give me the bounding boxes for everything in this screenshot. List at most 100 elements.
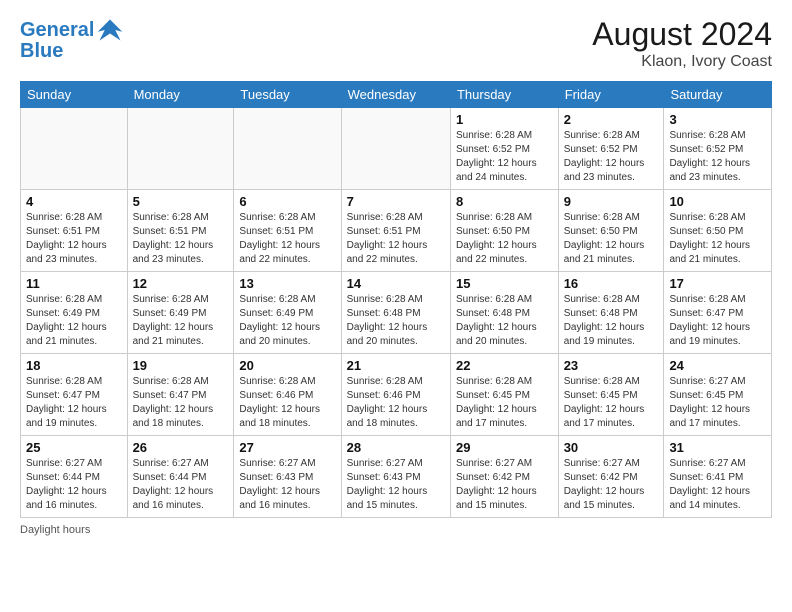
header: General Blue August 2024 Klaon, Ivory Co… (20, 16, 772, 71)
day-number: 29 (456, 440, 553, 455)
calendar-cell: 6 Sunrise: 6:28 AM Sunset: 6:51 PM Daylig… (234, 190, 341, 272)
day-number: 11 (26, 276, 122, 291)
day-info: Sunrise: 6:28 AM Sunset: 6:50 PM Dayligh… (669, 211, 766, 267)
day-number: 23 (564, 358, 659, 373)
day-number: 28 (347, 440, 445, 455)
day-info: Sunrise: 6:28 AM Sunset: 6:51 PM Dayligh… (26, 211, 122, 267)
day-info: Sunrise: 6:28 AM Sunset: 6:51 PM Dayligh… (239, 211, 335, 267)
week-row-5: 25Sunrise: 6:27 AM Sunset: 6:44 PM Dayli… (21, 436, 772, 518)
day-info: Sunrise: 6:27 AM Sunset: 6:45 PM Dayligh… (669, 375, 766, 431)
calendar-cell: 27 Sunrise: 6:27 AM Sunset: 6:43 PM Dayli… (234, 436, 341, 518)
day-info: Sunrise: 6:28 AM Sunset: 6:48 PM Dayligh… (347, 293, 445, 349)
logo-general: General (20, 19, 94, 41)
day-info: Sunrise: 6:27 AM Sunset: 6:42 PM Dayligh… (564, 457, 659, 513)
calendar-cell: 19 Sunrise: 6:28 AM Sunset: 6:47 PM Dayli… (127, 354, 234, 436)
calendar-cell: 8Sunrise: 6:28 AM Sunset: 6:50 PM Daylig… (450, 190, 558, 272)
calendar-cell: 23 Sunrise: 6:28 AM Sunset: 6:45 PM Dayli… (558, 354, 664, 436)
day-info: Sunrise: 6:28 AM Sunset: 6:51 PM Dayligh… (133, 211, 229, 267)
calendar-cell: 20 Sunrise: 6:28 AM Sunset: 6:46 PM Dayli… (234, 354, 341, 436)
calendar-cell: 26Sunrise: 6:27 AM Sunset: 6:44 PM Dayli… (127, 436, 234, 518)
day-number: 16 (564, 276, 659, 291)
calendar-cell: 9 Sunrise: 6:28 AM Sunset: 6:50 PM Daylig… (558, 190, 664, 272)
page: General Blue August 2024 Klaon, Ivory Co… (0, 0, 792, 612)
day-number: 13 (239, 276, 335, 291)
day-number: 21 (347, 358, 445, 373)
day-info: Sunrise: 6:27 AM Sunset: 6:43 PM Dayligh… (239, 457, 335, 513)
calendar-cell: 24 Sunrise: 6:27 AM Sunset: 6:45 PM Dayli… (664, 354, 772, 436)
day-number: 10 (669, 194, 766, 209)
day-number: 18 (26, 358, 122, 373)
week-row-1: 1 Sunrise: 6:28 AM Sunset: 6:52 PM Daylig… (21, 108, 772, 190)
calendar-cell: 14 Sunrise: 6:28 AM Sunset: 6:48 PM Dayli… (341, 272, 450, 354)
footer: Daylight hours (20, 524, 772, 536)
day-info: Sunrise: 6:28 AM Sunset: 6:50 PM Dayligh… (564, 211, 659, 267)
weekday-friday: Friday (558, 82, 664, 108)
day-number: 19 (133, 358, 229, 373)
calendar-cell (127, 108, 234, 190)
calendar-cell: 31 Sunrise: 6:27 AM Sunset: 6:41 PM Dayli… (664, 436, 772, 518)
day-info: Sunrise: 6:28 AM Sunset: 6:45 PM Dayligh… (564, 375, 659, 431)
day-info: Sunrise: 6:28 AM Sunset: 6:51 PM Dayligh… (347, 211, 445, 267)
week-row-2: 4 Sunrise: 6:28 AM Sunset: 6:51 PM Daylig… (21, 190, 772, 272)
calendar-cell: 17 Sunrise: 6:28 AM Sunset: 6:47 PM Dayli… (664, 272, 772, 354)
weekday-sunday: Sunday (21, 82, 128, 108)
calendar-cell: 4 Sunrise: 6:28 AM Sunset: 6:51 PM Daylig… (21, 190, 128, 272)
day-info: Sunrise: 6:28 AM Sunset: 6:52 PM Dayligh… (669, 129, 766, 185)
day-info: Sunrise: 6:28 AM Sunset: 6:46 PM Dayligh… (239, 375, 335, 431)
day-info: Sunrise: 6:27 AM Sunset: 6:44 PM Dayligh… (26, 457, 122, 513)
calendar-cell: 29 Sunrise: 6:27 AM Sunset: 6:42 PM Dayli… (450, 436, 558, 518)
day-info: Sunrise: 6:27 AM Sunset: 6:42 PM Dayligh… (456, 457, 553, 513)
day-info: Sunrise: 6:28 AM Sunset: 6:49 PM Dayligh… (133, 293, 229, 349)
day-info: Sunrise: 6:27 AM Sunset: 6:44 PM Dayligh… (133, 457, 229, 513)
day-number: 30 (564, 440, 659, 455)
title-block: August 2024 Klaon, Ivory Coast (592, 16, 772, 71)
location: Klaon, Ivory Coast (592, 53, 772, 71)
day-number: 20 (239, 358, 335, 373)
day-number: 22 (456, 358, 553, 373)
calendar-cell: 28 Sunrise: 6:27 AM Sunset: 6:43 PM Dayli… (341, 436, 450, 518)
week-row-4: 18 Sunrise: 6:28 AM Sunset: 6:47 PM Dayli… (21, 354, 772, 436)
day-info: Sunrise: 6:27 AM Sunset: 6:43 PM Dayligh… (347, 457, 445, 513)
day-info: Sunrise: 6:27 AM Sunset: 6:41 PM Dayligh… (669, 457, 766, 513)
day-number: 12 (133, 276, 229, 291)
day-number: 1 (456, 112, 553, 127)
calendar-cell: 16 Sunrise: 6:28 AM Sunset: 6:48 PM Dayli… (558, 272, 664, 354)
calendar-cell: 21Sunrise: 6:28 AM Sunset: 6:46 PM Dayli… (341, 354, 450, 436)
day-info: Sunrise: 6:28 AM Sunset: 6:47 PM Dayligh… (26, 375, 122, 431)
calendar-cell: 5Sunrise: 6:28 AM Sunset: 6:51 PM Daylig… (127, 190, 234, 272)
day-number: 15 (456, 276, 553, 291)
daylight-label: Daylight hours (20, 524, 90, 536)
calendar-table: SundayMondayTuesdayWednesdayThursdayFrid… (20, 81, 772, 518)
day-number: 4 (26, 194, 122, 209)
calendar-cell: 22 Sunrise: 6:28 AM Sunset: 6:45 PM Dayli… (450, 354, 558, 436)
day-number: 27 (239, 440, 335, 455)
day-number: 14 (347, 276, 445, 291)
day-number: 8 (456, 194, 553, 209)
day-info: Sunrise: 6:28 AM Sunset: 6:49 PM Dayligh… (26, 293, 122, 349)
day-number: 9 (564, 194, 659, 209)
calendar-cell: 11 Sunrise: 6:28 AM Sunset: 6:49 PM Dayli… (21, 272, 128, 354)
day-info: Sunrise: 6:28 AM Sunset: 6:48 PM Dayligh… (564, 293, 659, 349)
day-number: 17 (669, 276, 766, 291)
day-info: Sunrise: 6:28 AM Sunset: 6:47 PM Dayligh… (669, 293, 766, 349)
day-number: 3 (669, 112, 766, 127)
day-info: Sunrise: 6:28 AM Sunset: 6:47 PM Dayligh… (133, 375, 229, 431)
calendar-cell (21, 108, 128, 190)
day-number: 31 (669, 440, 766, 455)
day-info: Sunrise: 6:28 AM Sunset: 6:45 PM Dayligh… (456, 375, 553, 431)
day-info: Sunrise: 6:28 AM Sunset: 6:52 PM Dayligh… (564, 129, 659, 185)
weekday-saturday: Saturday (664, 82, 772, 108)
weekday-wednesday: Wednesday (341, 82, 450, 108)
logo: General Blue (20, 16, 124, 63)
logo-bird-icon (96, 16, 124, 44)
calendar-cell: 30 Sunrise: 6:27 AM Sunset: 6:42 PM Dayli… (558, 436, 664, 518)
calendar-cell: 7Sunrise: 6:28 AM Sunset: 6:51 PM Daylig… (341, 190, 450, 272)
calendar-cell: 12 Sunrise: 6:28 AM Sunset: 6:49 PM Dayli… (127, 272, 234, 354)
calendar-cell: 25Sunrise: 6:27 AM Sunset: 6:44 PM Dayli… (21, 436, 128, 518)
weekday-tuesday: Tuesday (234, 82, 341, 108)
calendar-cell: 13Sunrise: 6:28 AM Sunset: 6:49 PM Dayli… (234, 272, 341, 354)
weekday-thursday: Thursday (450, 82, 558, 108)
day-number: 6 (239, 194, 335, 209)
day-number: 24 (669, 358, 766, 373)
weekday-header-row: SundayMondayTuesdayWednesdayThursdayFrid… (21, 82, 772, 108)
